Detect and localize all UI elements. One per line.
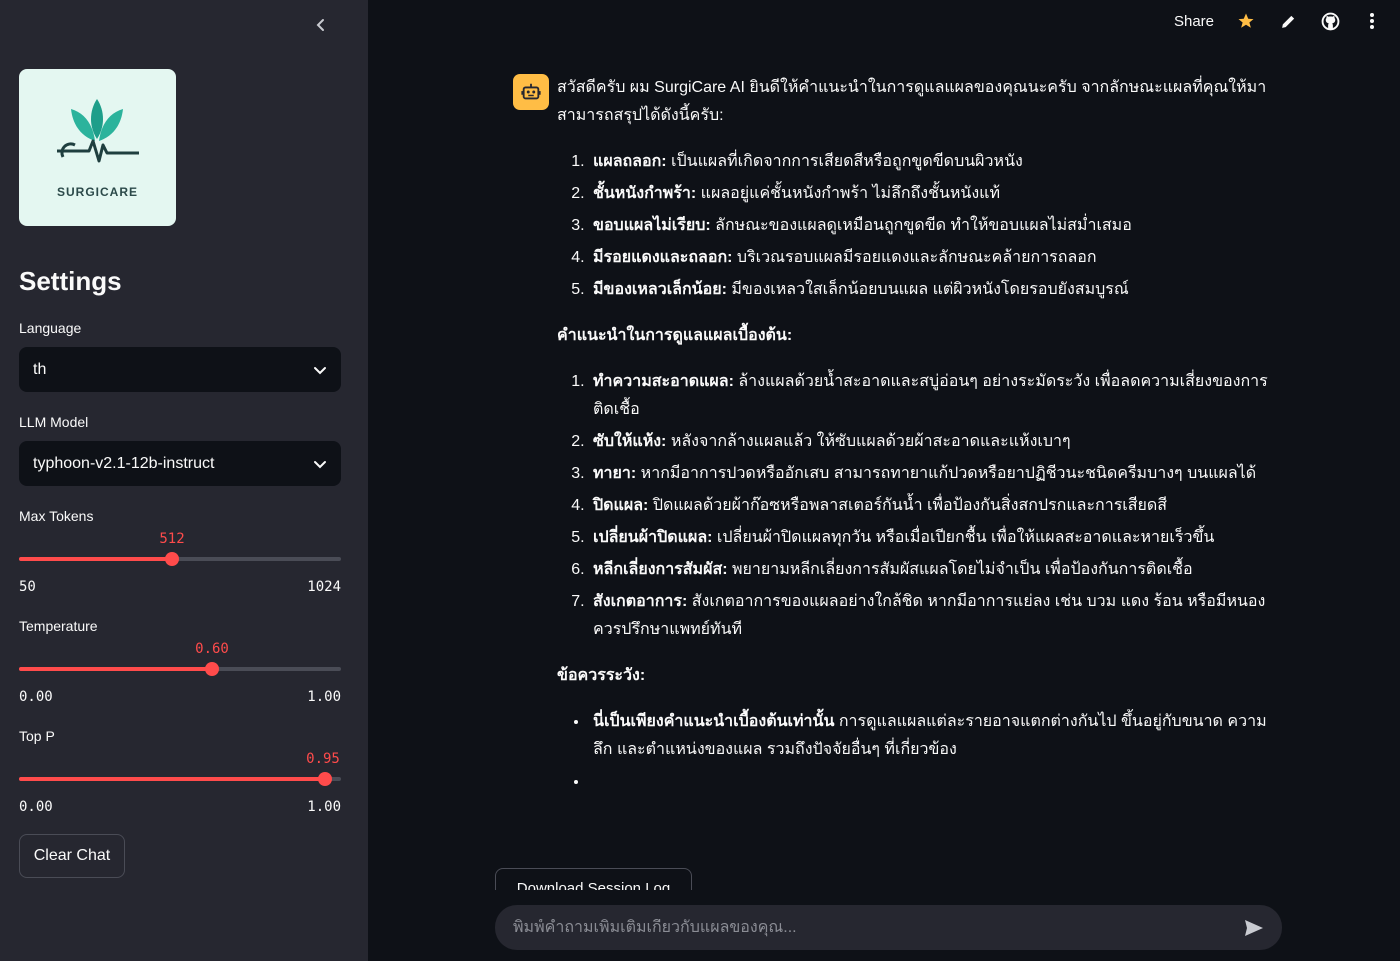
list-item-text: แผลอยู่แค่ชั้นหนังกำพร้า ไม่ลึกถึงชั้นหน…	[696, 185, 1001, 202]
slider-thumb[interactable]	[165, 552, 179, 566]
sidebar: SURGICARE Settings Language th LLM Model…	[0, 0, 368, 961]
send-icon[interactable]	[1242, 916, 1266, 940]
list-item-title: ขอบแผลไม่เรียบ:	[593, 217, 711, 234]
logo-text: SURGICARE	[56, 185, 138, 199]
llm-model-value: typhoon-v2.1-12b-instruct	[33, 454, 215, 472]
list-item: ซับให้แห้ง: หลังจากล้างแผลแล้ว ให้ซับแผล…	[589, 428, 1279, 456]
slider-value: 0.95	[306, 751, 340, 767]
list-item-title: มีรอยแดงและถลอก:	[593, 249, 733, 266]
slider-fill	[19, 667, 212, 671]
findings-list: แผลถลอก: เป็นแผลที่เกิดจากการเสียดสีหรือ…	[557, 148, 1279, 304]
list-item-text: ลักษณะของแผลดูเหมือนถูกขูดขีด ทำให้ขอบแผ…	[710, 217, 1132, 234]
llm-model-label: LLM Model	[19, 414, 89, 430]
list-item-title: แผลถลอก:	[593, 153, 667, 170]
list-item: เปลี่ยนผ้าปิดแผล: เปลี่ยนผ้าปิดแผลทุกวัน…	[589, 524, 1279, 552]
chevron-down-icon	[314, 460, 326, 468]
top-p-label: Top P	[19, 728, 55, 744]
list-item: สังเกตอาการ: สังเกตอาการของแผลอย่างใกล้ช…	[589, 588, 1279, 644]
list-item-text: เป็นแผลที่เกิดจากการเสียดสีหรือถูกขูดขีด…	[666, 153, 1023, 170]
slider-fill	[19, 557, 172, 561]
slider-value: 0.60	[195, 641, 229, 657]
slider-min: 0.00	[19, 689, 53, 705]
caution-heading: ข้อควรระวัง:	[557, 667, 646, 684]
list-item	[589, 768, 1279, 796]
temperature-slider[interactable]: 0.60 0.00 1.00	[19, 637, 341, 705]
list-item-text: บริเวณรอบแผลมีรอยแดงและลักษณะคล้ายการถลอ…	[732, 249, 1097, 266]
star-icon[interactable]	[1236, 11, 1256, 31]
list-item-text: พยายามหลีกเลี่ยงการสัมผัสแผลโดยไม่จำเป็น…	[727, 561, 1193, 578]
list-item: ชั้นหนังกำพร้า: แผลอยู่แค่ชั้นหนังกำพร้า…	[589, 180, 1279, 208]
care-heading: คำแนะนำในการดูแลแผลเบื้องต้น:	[557, 327, 793, 344]
chat-input[interactable]	[513, 918, 1242, 937]
list-item: ทำความสะอาดแผล: ล้างแผลด้วยน้ำสะอาดและสบ…	[589, 368, 1279, 424]
slider-min: 50	[19, 579, 36, 595]
robot-icon	[513, 74, 549, 110]
language-select[interactable]: th	[19, 347, 341, 392]
chat-input-bar	[495, 905, 1282, 950]
top-p-slider[interactable]: 0.95 0.00 1.00	[19, 747, 341, 815]
max-tokens-slider[interactable]: 512 50 1024	[19, 527, 341, 595]
slider-min: 0.00	[19, 799, 53, 815]
max-tokens-label: Max Tokens	[19, 508, 94, 524]
clear-chat-button[interactable]: Clear Chat	[19, 834, 125, 878]
list-item-title: มีของเหลวเล็กน้อย:	[593, 281, 727, 298]
llm-model-select[interactable]: typhoon-v2.1-12b-instruct	[19, 441, 341, 486]
list-item: มีรอยแดงและถลอก: บริเวณรอบแผลมีรอยแดงและ…	[589, 244, 1279, 272]
slider-thumb[interactable]	[318, 772, 332, 786]
list-item: ขอบแผลไม่เรียบ: ลักษณะของแผลดูเหมือนถูกข…	[589, 212, 1279, 240]
slider-max: 1024	[307, 579, 341, 595]
list-item-text: มีของเหลวใสเล็กน้อยบนแผล แต่ผิวหนังโดยรอ…	[726, 281, 1129, 298]
slider-max: 1.00	[307, 689, 341, 705]
temperature-label: Temperature	[19, 618, 98, 634]
slider-max: 1.00	[307, 799, 341, 815]
list-item-title: ทายา:	[593, 465, 637, 482]
list-item-title: เปลี่ยนผ้าปิดแผล:	[593, 529, 713, 546]
more-vertical-icon[interactable]	[1362, 11, 1382, 31]
list-item-title: ปิดแผล:	[593, 497, 649, 514]
github-icon[interactable]	[1320, 11, 1340, 31]
list-item: นี่เป็นเพียงคำแนะนำเบื้องต้นเท่านั้น การ…	[589, 708, 1279, 764]
list-item-text: หากมีอาการปวดหรืออักเสบ สามารถทายาแก้ปวด…	[636, 465, 1257, 482]
list-item-text: สังเกตอาการของแผลอย่างใกล้ชิด หากมีอาการ…	[593, 593, 1266, 638]
surgicare-logo: SURGICARE	[19, 69, 176, 226]
list-item: มีของเหลวเล็กน้อย: มีของเหลวใสเล็กน้อยบน…	[589, 276, 1279, 304]
list-item-title: ชั้นหนังกำพร้า:	[593, 185, 697, 202]
list-item-text: เปลี่ยนผ้าปิดแผลทุกวัน หรือเมื่อเปียกชื้…	[712, 529, 1215, 546]
care-steps-list: ทำความสะอาดแผล: ล้างแผลด้วยน้ำสะอาดและสบ…	[557, 368, 1279, 644]
list-item: หลีกเลี่ยงการสัมผัส: พยายามหลีกเลี่ยงการ…	[589, 556, 1279, 584]
list-item-text: ปิดแผลด้วยผ้าก๊อซหรือพลาสเตอร์กันน้ำ เพื…	[648, 497, 1168, 514]
slider-thumb[interactable]	[205, 662, 219, 676]
list-item-title: ทำความสะอาดแผล:	[593, 373, 734, 390]
list-item: ปิดแผล: ปิดแผลด้วยผ้าก๊อซหรือพลาสเตอร์กั…	[589, 492, 1279, 520]
pencil-icon[interactable]	[1278, 11, 1298, 31]
slider-fill	[19, 777, 325, 781]
slider-value: 512	[159, 531, 185, 547]
chevron-left-icon[interactable]	[308, 12, 334, 38]
chevron-down-icon	[314, 366, 326, 374]
settings-title: Settings	[19, 266, 122, 296]
share-button[interactable]: Share	[1174, 13, 1214, 30]
list-item-title: ซับให้แห้ง:	[593, 433, 667, 450]
list-item-text: หลังจากล้างแผลแล้ว ให้ซับแผลด้วยผ้าสะอาด…	[666, 433, 1071, 450]
header-toolbar: Share	[1174, 8, 1382, 34]
language-label: Language	[19, 320, 82, 336]
message-intro: สวัสดีครับ ผม SurgiCare AI ยินดีให้คำแนะ…	[557, 79, 1267, 124]
list-item-title: นี่เป็นเพียงคำแนะนำเบื้องต้นเท่านั้น	[593, 713, 835, 730]
list-item-title: หลีกเลี่ยงการสัมผัส:	[593, 561, 728, 578]
caution-list: นี่เป็นเพียงคำแนะนำเบื้องต้นเท่านั้น การ…	[557, 708, 1279, 796]
list-item: แผลถลอก: เป็นแผลที่เกิดจากการเสียดสีหรือ…	[589, 148, 1279, 176]
list-item: ทายา: หากมีอาการปวดหรืออักเสบ สามารถทายา…	[589, 460, 1279, 488]
language-value: th	[33, 360, 47, 378]
list-item-title: สังเกตอาการ:	[593, 593, 688, 610]
assistant-message: สวัสดีครับ ผม SurgiCare AI ยินดีให้คำแนะ…	[557, 74, 1279, 800]
leaf-logo-icon	[57, 99, 139, 163]
